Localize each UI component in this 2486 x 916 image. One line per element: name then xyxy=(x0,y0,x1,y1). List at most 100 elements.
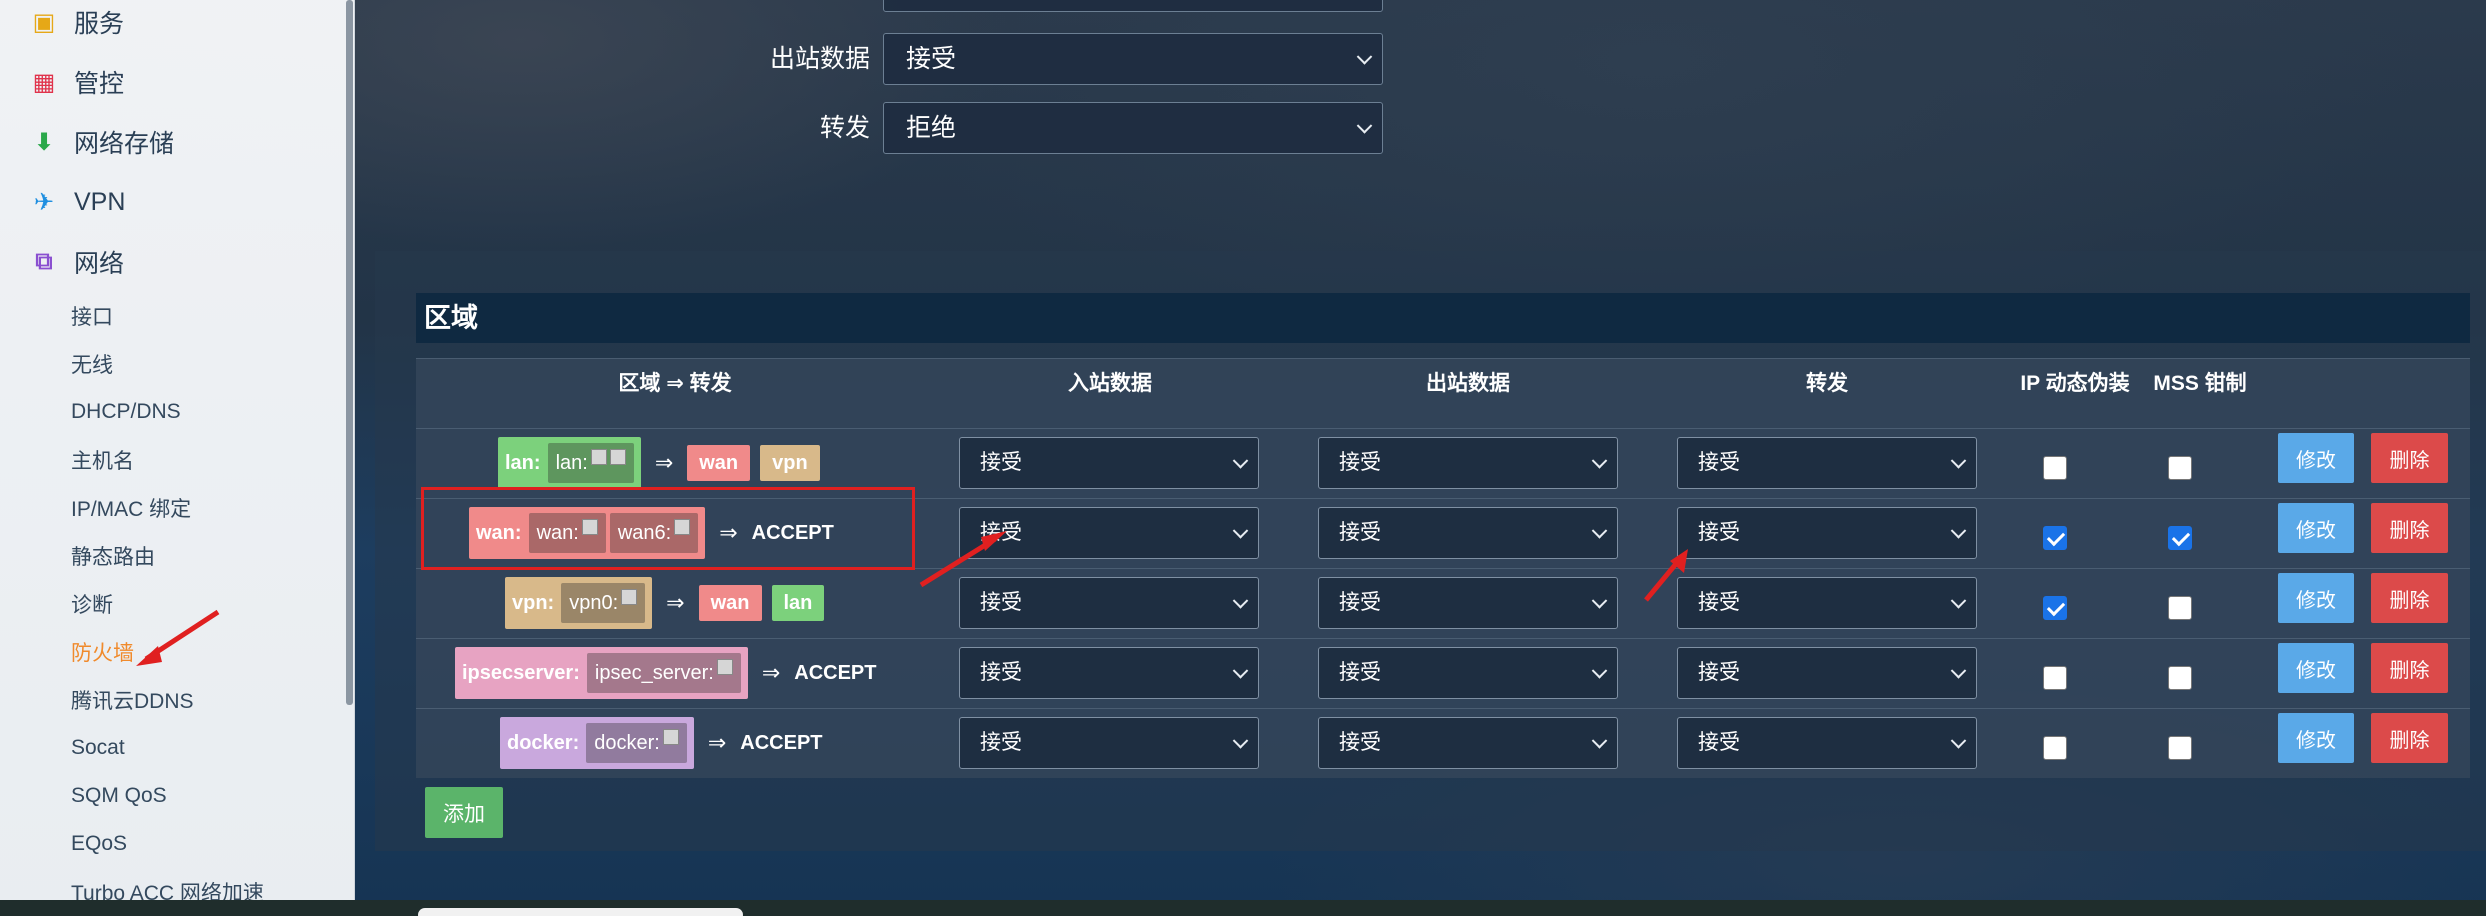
input-policy-select[interactable] xyxy=(883,0,1383,12)
output-select[interactable]: 接受 xyxy=(1318,577,1618,629)
chevron-down-icon xyxy=(1356,49,1373,65)
menu-item-label: 网络 xyxy=(74,250,125,278)
sidebar-item-dhcp-dns[interactable]: DHCP/DNS xyxy=(71,395,181,429)
masquerading-checkbox[interactable] xyxy=(2043,596,2067,620)
annotation-arrow-icon xyxy=(136,609,220,666)
sidebar-item-static-routes[interactable]: 静态路由 xyxy=(71,539,155,573)
delete-button[interactable]: 删除 xyxy=(2371,643,2448,693)
zone-badge-docker[interactable]: docker: docker: xyxy=(500,717,694,769)
sidebar-item-firewall[interactable]: 防火墙 xyxy=(71,635,134,669)
output-select[interactable]: 接受 xyxy=(1318,717,1618,769)
output-select[interactable]: 接受 xyxy=(1318,647,1618,699)
select-value: 接受 xyxy=(1698,661,1740,684)
sidebar-item-ip-mac-binding[interactable]: IP/MAC 绑定 xyxy=(71,491,191,525)
forward-arrow-icon: ⇒ xyxy=(654,450,674,475)
delete-button[interactable]: 删除 xyxy=(2371,573,2448,623)
chevron-down-icon xyxy=(1591,523,1608,539)
delete-button[interactable]: 删除 xyxy=(2371,433,2448,483)
sidebar-item-tencent-ddns[interactable]: 腾讯云DDNS xyxy=(71,683,194,717)
select-value: 接受 xyxy=(980,451,1022,474)
header-zone-forward: 区域 ⇒ 转发 xyxy=(618,372,732,395)
delete-button[interactable]: 删除 xyxy=(2371,503,2448,553)
output-select[interactable]: 接受 xyxy=(1318,437,1618,489)
chevron-down-icon xyxy=(1950,733,1967,749)
forward-select[interactable]: 接受 xyxy=(1677,577,1977,629)
forward-arrow-icon: ⇒ xyxy=(761,660,781,685)
input-select[interactable]: 接受 xyxy=(959,437,1259,489)
forward-select[interactable]: 接受 xyxy=(1677,717,1977,769)
masquerading-checkbox[interactable] xyxy=(2043,526,2067,550)
sidebar-item-sqm-qos[interactable]: SQM QoS xyxy=(71,779,167,813)
interface-icon xyxy=(621,589,638,605)
output-policy-label: 出站数据 xyxy=(769,45,870,73)
masquerading-checkbox[interactable] xyxy=(2043,736,2067,760)
delete-button[interactable]: 删除 xyxy=(2371,713,2448,763)
sidebar-item-interfaces[interactable]: 接口 xyxy=(71,299,113,333)
mss-clamping-checkbox[interactable] xyxy=(2168,736,2192,760)
chevron-down-icon xyxy=(1232,733,1249,749)
control-icon: ▦ xyxy=(32,68,56,96)
taskbar xyxy=(0,900,2486,916)
chevron-down-icon xyxy=(1591,733,1608,749)
forward-select[interactable]: 接受 xyxy=(1677,507,1977,559)
sidebar-item-eqos[interactable]: EQoS xyxy=(71,827,127,861)
mss-clamping-checkbox[interactable] xyxy=(2168,456,2192,480)
forward-policy-value: 拒绝 xyxy=(906,114,957,142)
taskbar-search-bar[interactable] xyxy=(418,908,743,916)
menu-item-storage[interactable]: ⬇ 网络存储 xyxy=(28,122,174,162)
menu-item-label: 网络存储 xyxy=(74,130,175,158)
header-mss-clamping: MSS 钳制 xyxy=(2153,372,2247,395)
forward-select[interactable]: 接受 xyxy=(1677,647,1977,699)
forward-accept-text: ACCEPT xyxy=(740,731,823,754)
edit-button[interactable]: 修改 xyxy=(2278,713,2354,763)
annotation-arrow-icon xyxy=(1644,549,1688,602)
services-icon: ▣ xyxy=(32,8,56,36)
sidebar-scrollbar[interactable] xyxy=(346,0,353,705)
menu-item-services[interactable]: ▣ 服务 xyxy=(28,2,124,42)
chevron-down-icon xyxy=(1591,593,1608,609)
input-select[interactable]: 接受 xyxy=(959,647,1259,699)
interface-box: ipsec_server: xyxy=(586,653,741,693)
zone-badge-lan[interactable]: lan: lan: xyxy=(498,437,641,489)
sidebar-item-socat[interactable]: Socat xyxy=(71,731,125,765)
input-select[interactable]: 接受 xyxy=(959,717,1259,769)
output-select[interactable]: 接受 xyxy=(1318,507,1618,559)
forward-policy-label: 转发 xyxy=(819,114,870,142)
interface-icon xyxy=(716,659,733,675)
zone-badge-ipsecserver[interactable]: ipsecserver: ipsec_server: xyxy=(455,647,748,699)
select-value: 接受 xyxy=(1339,521,1381,544)
zone-name: vpn: xyxy=(512,591,555,614)
chevron-down-icon xyxy=(1356,118,1373,134)
zone-badge-vpn[interactable]: vpn: vpn0: xyxy=(505,577,653,629)
mss-clamping-checkbox[interactable] xyxy=(2168,666,2192,690)
chevron-down-icon xyxy=(1950,593,1967,609)
chevron-down-icon xyxy=(1232,593,1249,609)
mss-clamping-checkbox[interactable] xyxy=(2168,596,2192,620)
output-policy-value: 接受 xyxy=(906,45,957,73)
interface-name: lan: xyxy=(555,451,588,474)
sidebar-item-hostnames[interactable]: 主机名 xyxy=(71,443,134,477)
edit-button[interactable]: 修改 xyxy=(2278,433,2354,483)
masquerading-checkbox[interactable] xyxy=(2043,666,2067,690)
add-zone-button[interactable]: 添加 xyxy=(425,787,503,838)
menu-item-vpn[interactable]: ✈ VPN xyxy=(28,182,125,222)
chevron-down-icon xyxy=(1950,663,1967,679)
edit-button[interactable]: 修改 xyxy=(2278,503,2354,553)
menu-item-network[interactable]: ⧉ 网络 xyxy=(28,242,124,282)
output-policy-select[interactable]: 接受 xyxy=(883,33,1383,85)
edit-button[interactable]: 修改 xyxy=(2278,573,2354,623)
edit-button[interactable]: 修改 xyxy=(2278,643,2354,693)
menu-item-control[interactable]: ▦ 管控 xyxy=(28,62,124,102)
mss-clamping-checkbox[interactable] xyxy=(2168,526,2192,550)
forward-select[interactable]: 接受 xyxy=(1677,437,1977,489)
sidebar-item-diagnostics[interactable]: 诊断 xyxy=(71,587,113,621)
forward-policy-select[interactable]: 拒绝 xyxy=(883,102,1383,154)
zone-name: lan: xyxy=(505,451,541,474)
masquerading-checkbox[interactable] xyxy=(2043,456,2067,480)
chevron-down-icon xyxy=(1232,453,1249,469)
header-output: 出站数据 xyxy=(1426,372,1510,395)
output-policy-row: 出站数据 xyxy=(700,33,870,85)
sidebar-item-wireless[interactable]: 无线 xyxy=(71,347,113,381)
select-value: 接受 xyxy=(980,731,1022,754)
interface-icon xyxy=(590,449,607,465)
